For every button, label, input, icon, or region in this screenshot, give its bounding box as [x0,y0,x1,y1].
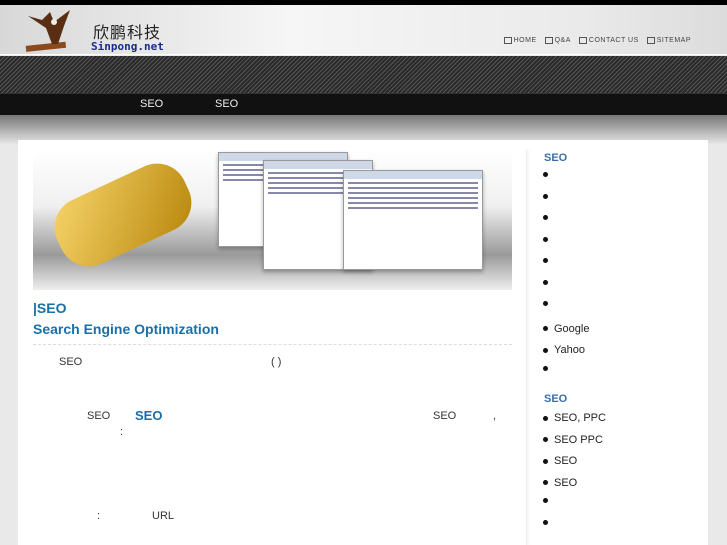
sidebar-item-label: SEO [554,476,578,489]
sidebar-heading: SEO [544,152,568,164]
section-subtitle: Search Engine Optimization [33,321,219,337]
sidebar-list-item[interactable] [543,236,554,242]
body-text: : [97,510,101,522]
sidebar-list-item[interactable]: Google [543,323,589,335]
bullet-icon [543,301,548,306]
bullet-icon [543,215,548,220]
brand-domain: Sinpong.net [91,40,164,53]
sidebar-list-item[interactable] [543,193,554,199]
sidebar-divider [526,150,527,545]
section-title: |SEO [33,300,67,316]
main-nav: SEO SEO [0,93,727,115]
sidebar-item-label: SEO PPC [554,433,603,446]
bullet-icon [543,193,548,199]
sitemap-label: SITEMAP [656,37,691,44]
sidebar-item-label: SEO, PPC [554,412,606,424]
book-icon [544,37,553,44]
sidebar-item-label: Google [554,322,590,335]
home-icon [503,37,512,44]
bullet-icon [543,258,548,263]
sidebar-list-item[interactable] [543,519,554,525]
header: 欣鹏科技 Sinpong.net HOME Q&A CONTACT US SIT… [0,5,727,55]
qa-link[interactable]: Q&A [544,37,571,44]
seo-highlight: SEO [135,408,163,423]
bullet-icon [543,326,548,331]
contact-link[interactable]: CONTACT US [578,37,639,44]
diploma-scroll-graphic [44,153,202,277]
divider [33,344,512,345]
sidebar-list-item[interactable] [543,365,554,371]
sidebar-list-item[interactable] [543,215,554,220]
nav-item-seo-2[interactable]: SEO [215,98,238,110]
decorative-stripe [0,56,727,93]
home-link[interactable]: HOME [503,37,537,44]
sidebar-list-item[interactable] [543,279,554,285]
sidebar-list-item[interactable]: SEO [543,477,577,489]
screenshot-graphic [343,170,483,270]
sidebar-list-item[interactable]: SEO [543,455,577,467]
bullet-icon [543,437,548,442]
sidebar-list-item[interactable] [543,498,554,503]
bullet-icon [543,519,548,525]
bullet-icon [543,236,548,242]
top-links: HOME Q&A CONTACT US SITEMAP [503,37,691,44]
body-text: SEO [433,410,457,422]
body-text: SEO [87,410,111,422]
body-text: SEO [59,356,83,368]
bullet-icon [543,347,548,353]
contact-label: CONTACT US [588,37,639,44]
nav-item-seo-1[interactable]: SEO [140,98,163,110]
sidebar-item-label: SEO [554,455,578,467]
bullet-icon [543,498,548,503]
sidebar-list-item[interactable] [543,172,554,177]
sidebar-list-item[interactable] [543,301,554,306]
home-label: HOME [513,37,537,44]
bullet-icon [543,279,548,285]
body-text: , [493,410,497,422]
eagle-logo-icon[interactable] [24,8,82,54]
sitemap-link[interactable]: SITEMAP [646,37,691,44]
body-text: ( ) [271,356,282,368]
bullet-icon [543,415,548,421]
body-text: : [120,426,124,438]
sidebar-list-item[interactable] [543,258,554,263]
mail-icon [578,37,587,44]
qa-label: Q&A [554,37,571,44]
sidebar-list-item[interactable]: SEO, PPC [543,412,606,424]
bullet-icon [543,480,548,485]
sidebar-list-item[interactable]: SEO PPC [543,434,603,446]
bullet-icon [543,458,548,464]
bullet-icon [543,365,548,371]
body-text: URL [152,510,175,522]
sidebar-heading: SEO [544,393,568,405]
bullet-icon [543,172,548,177]
sidebar-item-label: Yahoo [554,344,585,356]
seo-banner-image [33,150,512,290]
sitemap-icon [646,37,655,44]
sidebar-list-item[interactable]: Yahoo [543,344,585,356]
